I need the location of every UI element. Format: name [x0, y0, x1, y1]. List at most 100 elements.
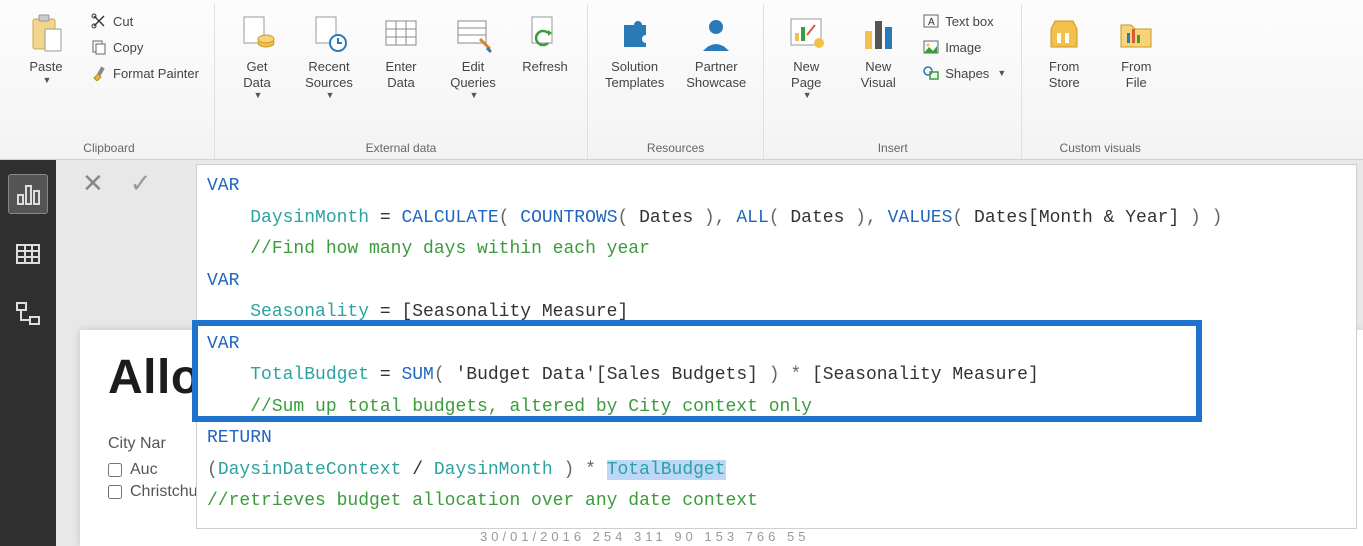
dax-function: COUNTROWS — [520, 208, 617, 228]
caret-icon: ▼ — [997, 68, 1006, 78]
paste-icon — [25, 13, 67, 55]
dax-identifier: DaysinMonth — [250, 208, 369, 228]
new-visual-label: New Visual — [861, 59, 896, 90]
copy-icon — [91, 39, 107, 55]
caret-icon: ▼ — [326, 90, 335, 100]
edit-queries-button[interactable]: Edit Queries ▼ — [441, 8, 505, 105]
format-painter-label: Format Painter — [113, 66, 199, 81]
dax-comment: //Sum up total budgets, altered by City … — [250, 397, 812, 417]
dax-text: ), — [693, 208, 736, 228]
formula-cancel-button[interactable]: ✕ — [76, 168, 110, 198]
dax-function: CALCULATE — [401, 208, 498, 228]
dax-text: ( — [499, 208, 521, 228]
dax-text: = [Seasonality Measure] — [369, 302, 628, 322]
group-label-insert: Insert — [774, 137, 1011, 157]
dax-identifier: Seasonality — [250, 302, 369, 322]
person-icon — [695, 13, 737, 55]
caret-icon: ▼ — [803, 90, 812, 100]
edit-queries-label: Edit Queries — [450, 59, 496, 90]
text-box-label: Text box — [945, 14, 993, 29]
ribbon: Paste ▼ Cut Copy Format Painter Clipboar… — [0, 0, 1363, 160]
dax-text: ( — [207, 460, 218, 480]
dax-identifier-selected: TotalBudget — [607, 460, 726, 480]
formula-editor[interactable]: VAR DaysinMonth = CALCULATE( COUNTROWS( … — [196, 164, 1357, 529]
dax-text: ) * — [553, 460, 607, 480]
slicer-item-label: Auc — [130, 461, 158, 479]
enter-data-icon — [380, 13, 422, 55]
dax-comment: //retrieves budget allocation over any d… — [207, 491, 758, 511]
dax-text: = — [369, 208, 401, 228]
dax-identifier: TotalBudget — [250, 365, 369, 385]
dax-identifier: DaysinMonth — [434, 460, 553, 480]
enter-data-label: Enter Data — [385, 59, 416, 90]
dax-function: VALUES — [888, 208, 953, 228]
cut-label: Cut — [113, 14, 133, 29]
refresh-button[interactable]: Refresh — [513, 8, 577, 80]
paste-button[interactable]: Paste ▼ — [14, 8, 78, 90]
cut-button[interactable]: Cut — [86, 10, 204, 32]
from-store-button[interactable]: From Store — [1032, 8, 1096, 95]
folder-icon — [1115, 13, 1157, 55]
dax-text: Dates[Month & Year] — [974, 208, 1179, 228]
dax-keyword: VAR — [207, 334, 239, 354]
edit-queries-icon — [452, 13, 494, 55]
formula-accept-button[interactable]: ✓ — [124, 168, 158, 198]
dax-text: = — [369, 365, 401, 385]
from-file-button[interactable]: From File — [1104, 8, 1168, 95]
dax-text: ), — [844, 208, 887, 228]
dax-text: ( — [434, 365, 456, 385]
group-label-clipboard: Clipboard — [14, 137, 204, 157]
copy-button[interactable]: Copy — [86, 36, 204, 58]
partner-showcase-button[interactable]: Partner Showcase — [679, 8, 753, 95]
partner-showcase-label: Partner Showcase — [686, 59, 746, 90]
dax-text: ) * — [758, 365, 812, 385]
group-insert: New Page ▼ New Visual A Text box Image S — [764, 4, 1022, 159]
dax-text: [Seasonality Measure] — [812, 365, 1039, 385]
group-external-data: Get Data ▼ Recent Sources ▼ Enter Data E… — [215, 4, 588, 159]
enter-data-button[interactable]: Enter Data — [369, 8, 433, 95]
model-view-button[interactable] — [8, 294, 48, 334]
dax-text: Dates — [790, 208, 844, 228]
checkbox[interactable] — [108, 463, 122, 477]
format-painter-button[interactable]: Format Painter — [86, 62, 204, 84]
report-view-button[interactable] — [8, 174, 48, 214]
shapes-icon — [923, 65, 939, 81]
brush-icon — [91, 65, 107, 81]
group-custom-visuals: From Store From File Custom visuals — [1022, 4, 1178, 159]
store-icon — [1043, 13, 1085, 55]
get-data-icon — [236, 13, 278, 55]
refresh-label: Refresh — [522, 59, 568, 75]
dax-text: ( — [618, 208, 640, 228]
solution-templates-button[interactable]: Solution Templates — [598, 8, 671, 95]
main-area: Allo City Nar Auc Christchurch 30/01/201… — [0, 160, 1363, 546]
caret-icon: ▼ — [254, 90, 263, 100]
dax-text: / — [401, 460, 433, 480]
dax-function: ALL — [736, 208, 768, 228]
new-page-button[interactable]: New Page ▼ — [774, 8, 838, 105]
recent-sources-button[interactable]: Recent Sources ▼ — [297, 8, 361, 105]
table-icon — [15, 241, 41, 267]
image-button[interactable]: Image — [918, 36, 1011, 58]
get-data-button[interactable]: Get Data ▼ — [225, 8, 289, 105]
from-store-label: From Store — [1049, 59, 1080, 90]
copy-label: Copy — [113, 40, 143, 55]
group-resources: Solution Templates Partner Showcase Reso… — [588, 4, 764, 159]
refresh-icon — [524, 13, 566, 55]
dax-text: ) ) — [1179, 208, 1222, 228]
new-page-icon — [785, 13, 827, 55]
text-box-icon: A — [923, 13, 939, 29]
dax-identifier: DaysinDateContext — [218, 460, 402, 480]
shapes-button[interactable]: Shapes ▼ — [918, 62, 1011, 84]
new-visual-button[interactable]: New Visual — [846, 8, 910, 95]
dax-comment: //Find how many days within each year — [250, 239, 650, 259]
group-label-external-data: External data — [225, 137, 577, 157]
image-icon — [923, 39, 939, 55]
checkbox[interactable] — [108, 485, 122, 499]
text-box-button[interactable]: A Text box — [918, 10, 1011, 32]
relationship-icon — [15, 301, 41, 327]
group-clipboard: Paste ▼ Cut Copy Format Painter Clipboar… — [4, 4, 215, 159]
svg-text:A: A — [928, 17, 935, 28]
image-label: Image — [945, 40, 981, 55]
dax-text: Dates — [639, 208, 693, 228]
data-view-button[interactable] — [8, 234, 48, 274]
